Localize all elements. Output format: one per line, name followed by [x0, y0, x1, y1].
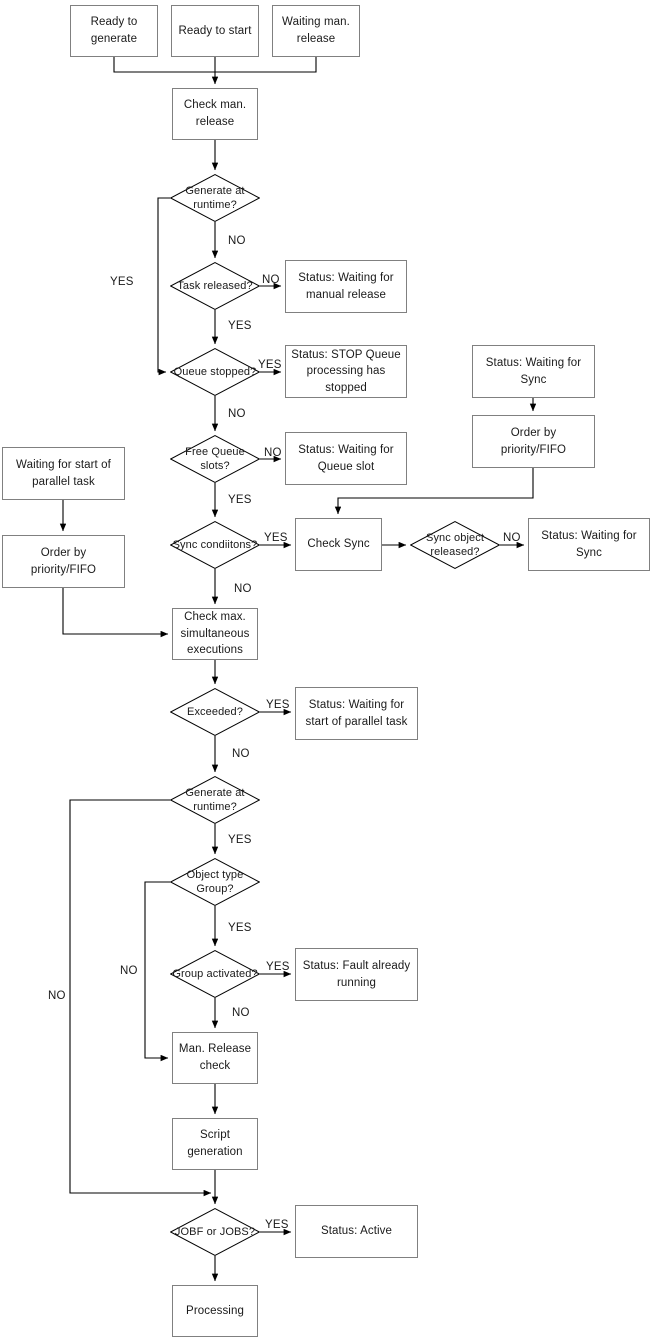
edge-label-lbl_no_slots: NO [264, 447, 282, 459]
node-label: Status: Waiting for start of parallel ta… [305, 698, 408, 728]
edge-label-lbl_yes_jobf: YES [265, 1219, 289, 1231]
edge-label-lbl_yes_task: YES [228, 320, 252, 332]
node-label: Status: Active [320, 1225, 393, 1238]
edge-label-lbl_no_group: NO [120, 965, 138, 977]
process-processing: Processing [172, 1285, 258, 1337]
node-label: Status: Waiting for Queue slot [298, 443, 394, 473]
edge-label-lbl_yes_gen2: YES [228, 834, 252, 846]
decision-exceeded: Exceeded? [170, 688, 260, 736]
edge-label-lbl_yes_queue: YES [258, 359, 282, 371]
node-label: Ready to start [178, 24, 252, 37]
process-st_fault_running: Status: Fault already running [295, 948, 418, 1001]
node-label: Group activated? [172, 967, 258, 980]
node-label: Task released? [177, 279, 253, 292]
node-label: Exceeded? [187, 705, 243, 718]
edge-label-lbl_no_sync: NO [234, 583, 252, 595]
process-ready_to_start: Ready to start [171, 5, 259, 57]
flowchart-edges [59, 57, 537, 1282]
edge-label-lbl_no_queue: NO [228, 408, 246, 420]
node-label: Waiting for start of parallel task [16, 458, 111, 488]
node-label: Free Queue slots? [185, 445, 245, 472]
process-man_release_check: Man. Release check [172, 1032, 258, 1084]
process-st_active: Status: Active [295, 1205, 418, 1258]
decision-object_type_group: Object type Group? [170, 858, 260, 906]
decision-task_released: Task released? [170, 262, 260, 310]
decision-jobf_or_jobs: JOBF or JOBS? [170, 1208, 260, 1256]
node-label: JOBF or JOBS? [174, 1225, 256, 1238]
node-label: Status: Waiting for Sync [485, 356, 582, 386]
edge-label-lbl_no_task: NO [262, 274, 280, 286]
node-label: Check max. simultaneous executions [180, 611, 250, 657]
process-script_generation: Script generation [172, 1118, 258, 1170]
process-waiting_man_release: Waiting man. release [272, 5, 360, 57]
node-label: Status: Waiting for Sync [541, 529, 637, 559]
process-st_wait_manual: Status: Waiting for manual release [285, 260, 407, 313]
process-check_sync: Check Sync [295, 518, 382, 571]
decision-queue_stopped: Queue stopped? [170, 348, 260, 396]
flowchart-canvas: Ready to generate Ready to start Waiting m… [0, 0, 653, 1344]
node-label: Order by priority/FIFO [500, 426, 567, 456]
edge-label-lbl_no_exceeded: NO [232, 748, 250, 760]
decision-generate_runtime_2: Generate at runtime? [170, 776, 260, 824]
edge-label-lbl_no_gen2: NO [48, 990, 66, 1002]
decision-sync_conditions: Sync condiitons? [170, 521, 260, 569]
process-wait_parallel_task: Waiting for start of parallel task [2, 447, 125, 500]
edge-label-lbl_no_syncobj: NO [503, 532, 521, 544]
decision-group_activated: Group activated? [170, 950, 260, 998]
node-label: Ready to generate [90, 16, 138, 45]
decision-free_queue_slots: Free Queue slots? [170, 435, 260, 483]
node-label: Check man. release [183, 99, 247, 128]
node-label: Queue stopped? [173, 365, 257, 378]
node-label: Processing [186, 1304, 244, 1317]
process-st_wait_sync_top: Status: Waiting for Sync [472, 345, 595, 398]
node-label: Check Sync [307, 538, 370, 551]
decision-generate_runtime_1: Generate at runtime? [170, 174, 260, 222]
process-check_max_exec: Check max. simultaneous executions [172, 608, 258, 660]
process-st_wait_sync_right: Status: Waiting for Sync [528, 518, 650, 571]
process-ready_to_generate: Ready to generate [70, 5, 158, 57]
edge-label-lbl_no_gen1: NO [228, 235, 246, 247]
process-st_wait_parallel: Status: Waiting for start of parallel ta… [295, 687, 418, 740]
edge-label-lbl_yes_group: YES [228, 922, 252, 934]
node-label: Status: STOP Queue processing has stoppe… [291, 348, 401, 394]
node-label: Status: Waiting for manual release [298, 271, 394, 301]
edge-label-lbl_yes_gen1: YES [110, 276, 134, 288]
node-label: Waiting man. release [282, 16, 350, 45]
edge-label-lbl_yes_exceeded: YES [266, 699, 290, 711]
node-label: Object type Group? [186, 868, 244, 895]
edge-label-lbl_yes_groupact: YES [266, 961, 290, 973]
node-label: Order by priority/FIFO [30, 546, 97, 576]
process-st_stop_queue: Status: STOP Queue processing has stoppe… [285, 345, 407, 398]
process-order_priority_rt: Order by priority/FIFO [472, 415, 595, 468]
node-label: Sync object released? [426, 531, 484, 558]
decision-sync_obj_released: Sync object released? [410, 521, 500, 569]
edge-label-lbl_no_groupact: NO [232, 1007, 250, 1019]
process-check_man_release: Check man. release [172, 88, 258, 140]
node-label: Script generation [187, 1129, 243, 1158]
node-label: Sync condiitons? [172, 538, 258, 551]
edge-label-lbl_yes_sync: YES [264, 532, 288, 544]
edge-label-lbl_yes_slots: YES [228, 494, 252, 506]
process-st_wait_queue_slot: Status: Waiting for Queue slot [285, 432, 407, 485]
node-label: Status: Fault already running [302, 959, 411, 989]
node-label: Man. Release check [178, 1043, 252, 1072]
process-order_priority_lt: Order by priority/FIFO [2, 535, 125, 588]
node-label: Generate at runtime? [185, 184, 245, 211]
node-label: Generate at runtime? [185, 786, 245, 813]
